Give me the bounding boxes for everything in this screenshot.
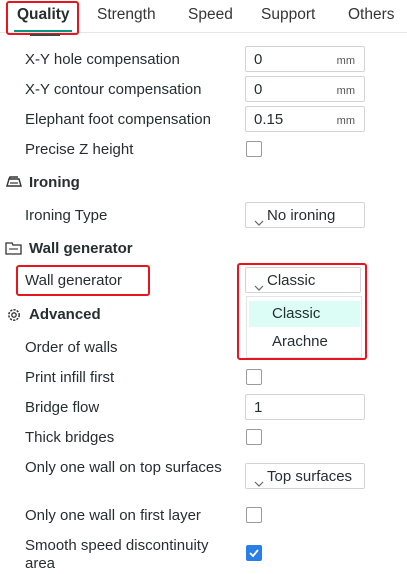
elephant-foot-compensation-input[interactable]: 0.15 mm [245,106,365,132]
one-wall-top-surfaces-value: Top surfaces [267,468,353,485]
tab-quality[interactable]: Quality [17,6,70,24]
settings-tab-bar: Quality Strength Speed Support Others [0,0,407,33]
elephant-foot-compensation-value: 0.15 [254,111,284,128]
ironing-type-select[interactable]: No ironing [245,202,365,228]
xy-contour-compensation-input[interactable]: 0 mm [245,76,365,102]
chevron-down-icon [254,474,264,491]
wall-generator-icon [5,240,23,260]
print-infill-first-checkbox[interactable] [246,369,262,385]
xy-contour-compensation-label: X-Y contour compensation [25,81,202,98]
dropdown-option-arachne[interactable]: Arachne [249,329,360,355]
unit-label: mm [336,55,355,67]
bridge-flow-value: 1 [254,399,263,416]
one-wall-first-layer-label: Only one wall on first layer [25,507,201,524]
ironing-icon [5,174,23,194]
thick-bridges-label: Thick bridges [25,429,115,446]
wall-generator-label: Wall generator [25,272,122,289]
wall-generator-dropdown-list: Classic Arachne [246,296,362,358]
gear-icon [5,306,23,328]
elephant-foot-compensation-label: Elephant foot compensation [25,111,211,128]
dropdown-option-classic[interactable]: Classic [249,301,360,327]
dropdown-option-label: Classic [272,305,321,322]
precise-z-height-label: Precise Z height [25,141,134,158]
print-infill-first-label: Print infill first [25,369,115,386]
xy-contour-compensation-value: 0 [254,81,263,98]
thick-bridges-checkbox[interactable] [246,429,262,445]
ironing-type-label: Ironing Type [25,207,108,224]
section-advanced-title: Advanced [29,306,101,323]
scroll-cut-divider [30,34,60,37]
active-tab-indicator [14,30,72,32]
unit-label: mm [336,85,355,97]
xy-hole-compensation-label: X-Y hole compensation [25,51,180,68]
tab-speed[interactable]: Speed [188,6,233,24]
dropdown-option-label: Arachne [272,333,328,350]
one-wall-first-layer-checkbox[interactable] [246,507,262,523]
ironing-type-value: No ironing [267,207,336,224]
tab-support[interactable]: Support [261,6,315,24]
chevron-down-icon [254,213,264,230]
unit-label: mm [336,115,355,127]
tab-strength[interactable]: Strength [97,6,156,24]
xy-hole-compensation-value: 0 [254,51,263,68]
chevron-down-icon [254,278,264,295]
one-wall-top-surfaces-select[interactable]: Top surfaces [245,463,365,489]
smooth-speed-discontinuity-label: Smooth speed discontinuity area [25,537,209,572]
checkmark-icon [249,549,259,558]
bridge-flow-label: Bridge flow [25,399,100,416]
precise-z-height-checkbox[interactable] [246,141,262,157]
one-wall-top-surfaces-label: Only one wall on top surfaces [25,459,222,476]
smooth-speed-discontinuity-checkbox[interactable] [246,545,262,561]
bridge-flow-input[interactable]: 1 [245,394,365,420]
section-wall-generator-title: Wall generator [29,240,133,257]
tab-others[interactable]: Others [348,6,395,24]
wall-generator-value: Classic [267,272,316,289]
wall-generator-select[interactable]: Classic [245,267,361,293]
section-ironing-title: Ironing [29,174,80,191]
xy-hole-compensation-input[interactable]: 0 mm [245,46,365,72]
order-of-walls-label: Order of walls [25,339,118,356]
